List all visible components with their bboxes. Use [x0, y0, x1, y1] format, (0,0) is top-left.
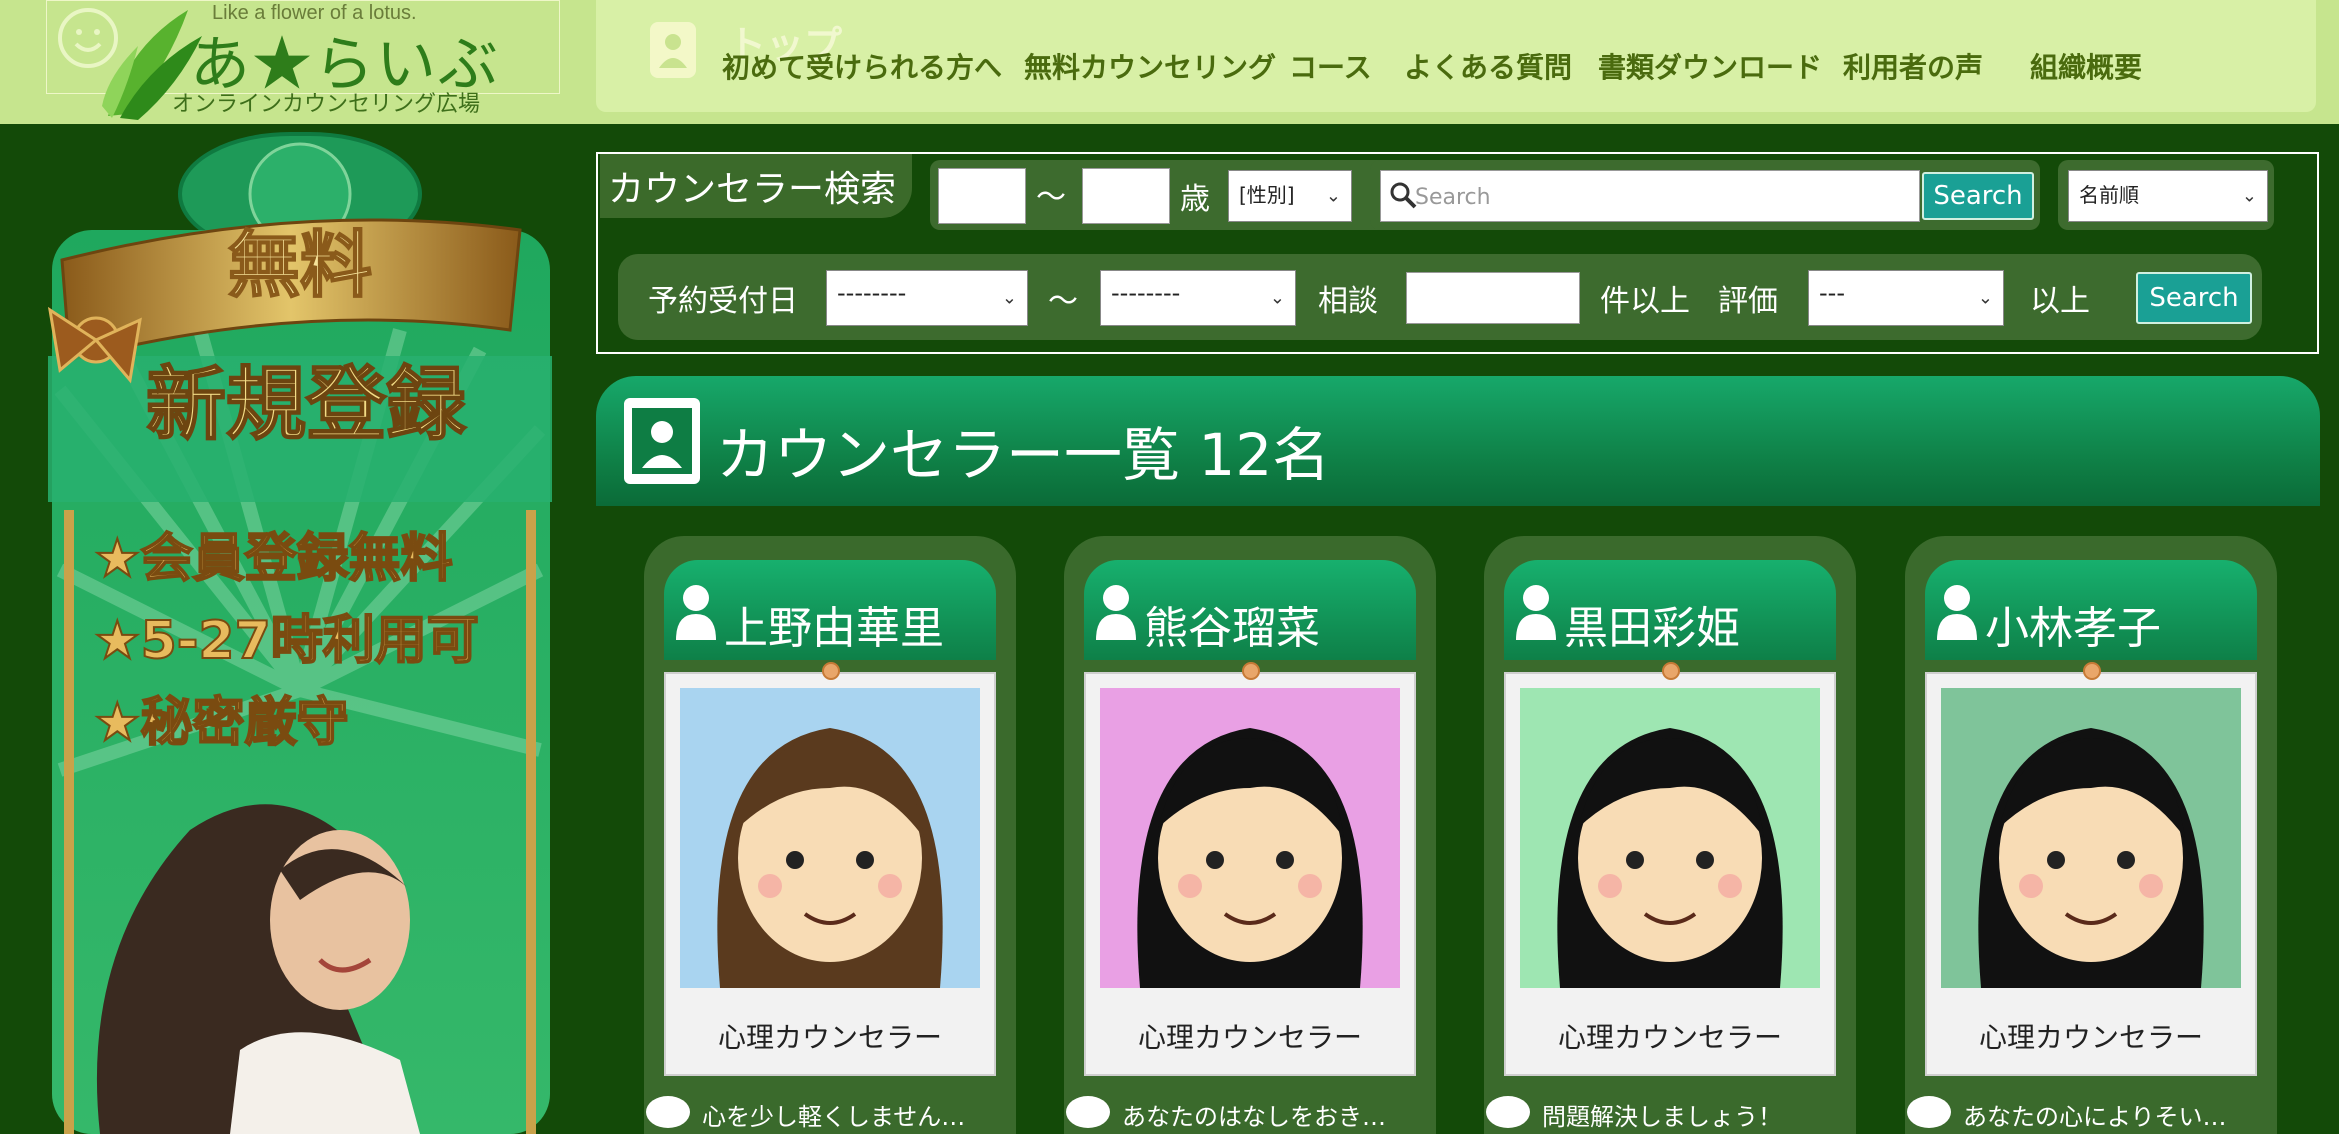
consult-label: 相談 — [1318, 284, 1378, 319]
gender-select[interactable]: [性別] ⌄ — [1228, 170, 1352, 222]
search-icon — [1389, 181, 1417, 213]
age-max-input[interactable] — [1082, 168, 1170, 224]
banner-point-1: ★会員登録無料 — [94, 529, 453, 589]
date-to-select[interactable]: -------- ⌄ — [1100, 270, 1296, 326]
age-unit-label: 歳 — [1180, 182, 1210, 217]
counselor-avatar[interactable] — [680, 688, 980, 988]
rating-label: 評価 — [1718, 284, 1778, 319]
nav-first-time[interactable]: 初めて受けられる方へ — [722, 46, 1002, 86]
banner-free-text: 無料 — [228, 223, 372, 307]
nav-free-counseling[interactable]: 無料カウンセリング — [1024, 46, 1276, 86]
counselor-list-title: カウンセラー一覧 12名 — [716, 421, 1331, 489]
age-range-tilde: ～ — [1036, 180, 1066, 215]
sort-select[interactable]: 名前順 ⌄ — [2068, 170, 2268, 222]
counselor-name[interactable]: 小林孝子 — [1985, 592, 2161, 656]
banner-point-2: ★5-27時利用可 — [94, 611, 479, 671]
reservation-date-label: 予約受付日 — [648, 284, 798, 319]
chevron-down-icon: ⌄ — [1977, 287, 1993, 309]
counselor-role: 心理カウンセラー — [1978, 1021, 2203, 1054]
user-icon — [624, 398, 700, 484]
banner-register-text: 新規登録 — [146, 358, 467, 451]
user-icon — [1935, 582, 1979, 646]
counselor-role: 心理カウンセラー — [717, 1021, 942, 1054]
user-icon — [1514, 582, 1558, 646]
keyword-search-input[interactable]: Search — [1380, 170, 1920, 222]
nav-testimonials[interactable]: 利用者の声 — [1843, 46, 1983, 86]
counselor-avatar[interactable] — [1100, 688, 1400, 988]
speech-bubble-icon — [1486, 1096, 1530, 1128]
chevron-down-icon: ⌄ — [1269, 287, 1285, 309]
rating-suffix-label: 以上 — [2030, 284, 2090, 319]
age-min-input[interactable] — [938, 168, 1026, 224]
nav-documents[interactable]: 書類ダウンロード — [1598, 46, 1822, 86]
nav-course[interactable]: コース — [1289, 46, 1372, 86]
counselor-name[interactable]: 上野由華里 — [724, 592, 944, 656]
counselor-message[interactable]: あなたのはなしをおき… — [1122, 1097, 1386, 1132]
counselor-message[interactable]: 問題解決しましょう！ — [1542, 1097, 1782, 1132]
consult-count-input[interactable] — [1406, 272, 1580, 324]
speech-bubble-icon — [1066, 1096, 1110, 1128]
counselor-message[interactable]: あなたの心によりそい… — [1963, 1097, 2227, 1132]
nav-faq[interactable]: よくある質問 — [1404, 46, 1572, 86]
pin-icon — [822, 662, 840, 680]
counselor-avatar[interactable] — [1520, 688, 1820, 988]
keyword-search-placeholder: Search — [1415, 185, 1491, 210]
chevron-down-icon: ⌄ — [1001, 287, 1017, 309]
counselor-role: 心理カウンセラー — [1557, 1021, 1782, 1054]
user-icon — [674, 582, 718, 646]
search-title: カウンセラー検索 — [608, 169, 897, 210]
count-suffix-label: 件以上 — [1600, 284, 1690, 319]
user-icon — [1094, 582, 1138, 646]
chevron-down-icon: ⌄ — [1325, 185, 1341, 207]
counselor-name[interactable]: 黒田彩姫 — [1564, 592, 1740, 656]
counselor-role: 心理カウンセラー — [1137, 1021, 1362, 1054]
chevron-down-icon: ⌄ — [2241, 185, 2257, 207]
counselor-message[interactable]: 心を少し軽くしません… — [702, 1097, 965, 1132]
free-registration-banner[interactable]: 無料 新規登録 ★会員登録無料 ★5-27時利用可 ★秘密厳守 — [40, 130, 560, 1134]
pin-icon — [2083, 662, 2101, 680]
keyword-search-button[interactable]: Search — [1922, 172, 2034, 220]
nav-about[interactable]: 組織概要 — [2030, 46, 2142, 86]
date-range-tilde: ～ — [1048, 284, 1078, 319]
rating-select[interactable]: --- ⌄ — [1808, 270, 2004, 326]
counselor-avatar[interactable] — [1941, 688, 2241, 988]
banner-point-3: ★秘密厳守 — [94, 693, 349, 753]
pin-icon — [1242, 662, 1260, 680]
logo-subtitle: オンラインカウンセリング広場 — [172, 92, 481, 117]
home-user-icon[interactable] — [650, 22, 696, 78]
pin-icon — [1662, 662, 1680, 680]
speech-bubble-icon — [1907, 1096, 1951, 1128]
speech-bubble-icon — [646, 1096, 690, 1128]
date-from-select[interactable]: -------- ⌄ — [826, 270, 1028, 326]
filter-search-button[interactable]: Search — [2136, 272, 2252, 324]
counselor-name[interactable]: 熊谷瑠菜 — [1144, 592, 1320, 656]
